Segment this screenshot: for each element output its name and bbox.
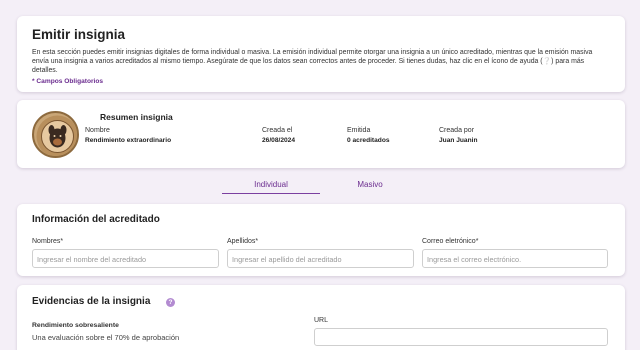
url-label: URL <box>314 317 329 324</box>
summary-name-value: Rendimiento extraordinario <box>85 137 172 144</box>
summary-issued-value: 0 acreditados <box>347 137 390 144</box>
page-title: Emitir insignia <box>32 27 126 42</box>
evidence-item-name: Rendimiento sobresaliente <box>32 322 119 329</box>
page-description: En esta sección puedes emitir insignias … <box>32 49 593 74</box>
summary-creator-label: Creada por <box>439 127 475 134</box>
required-fields-note: * Campos Obligatorios <box>32 78 104 85</box>
summary-issued: Emitida 0 acreditados <box>347 127 390 144</box>
summary-created: Creada el 26/08/2024 <box>262 127 295 144</box>
url-input[interactable] <box>314 328 608 346</box>
header-card: Emitir insignia En esta sección puedes e… <box>17 16 625 92</box>
badge-image <box>32 111 79 158</box>
summary-title: Resumen insignia <box>100 112 173 122</box>
summary-created-label: Creada el <box>262 127 293 134</box>
first-name-label: Nombres* <box>32 238 64 245</box>
summary-created-value: 26/08/2024 <box>262 137 296 144</box>
last-name-input[interactable]: Ingresar el apellido del acreditado <box>227 249 414 268</box>
recipient-title: Información del acreditado <box>32 214 160 225</box>
tab-masivo[interactable]: Masivo <box>320 180 420 194</box>
email-input[interactable]: Ingresa el correo electrónico. <box>422 249 608 268</box>
summary-issued-label: Emitida <box>347 127 371 134</box>
summary-name: Nombre Rendimiento extraordinario <box>85 127 171 144</box>
summary-name-label: Nombre <box>85 127 110 134</box>
last-name-label: Apellidos* <box>227 238 259 245</box>
email-label: Correo eletrónico* <box>422 238 479 245</box>
tab-individual[interactable]: Individual <box>222 180 320 194</box>
evidence-title: Evidencias de la insignia <box>32 296 151 307</box>
summary-creator: Creada por Juan Juanin <box>439 127 477 144</box>
evidence-card: Evidencias de la insignia ? Rendimiento … <box>17 285 625 350</box>
first-name-input[interactable]: Ingresar el nombre del acreditado <box>32 249 219 268</box>
badge-summary-card: Resumen insignia Nombre Rendimiento extr… <box>17 100 625 168</box>
summary-creator-value: Juan Juanin <box>439 137 478 144</box>
evidence-item-description: Una evaluación sobre el 70% de aprobació… <box>32 333 180 342</box>
recipient-card: Información del acreditado Nombres* Ingr… <box>17 204 625 276</box>
question-icon[interactable]: ? <box>166 298 175 307</box>
